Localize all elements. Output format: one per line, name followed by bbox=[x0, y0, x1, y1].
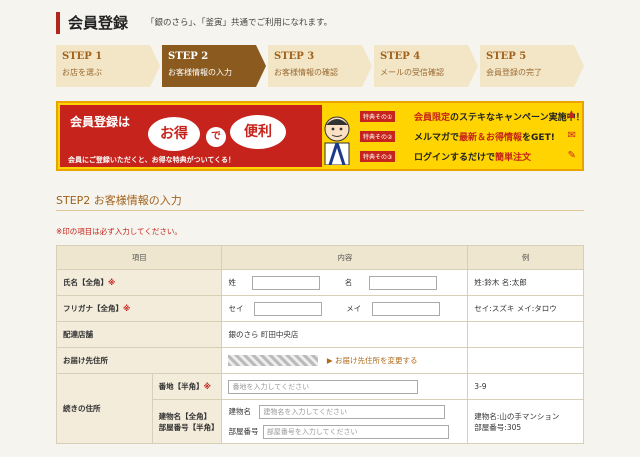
step-2: STEP 2 お客様情報の入力 bbox=[162, 45, 266, 87]
change-delivery-address-link[interactable]: ▶ お届け先住所を変更する bbox=[327, 356, 418, 365]
perk-tag: 特典その③ bbox=[360, 151, 396, 162]
step-number: STEP 1 bbox=[62, 51, 103, 62]
banner-perk-2: 特典その② メルマガで最新＆お得情報をGET! ✉ bbox=[360, 129, 578, 145]
step-number: STEP 5 bbox=[486, 51, 527, 62]
kana-label: フリガナ【全角】※ bbox=[55, 295, 223, 322]
step-number: STEP 2 bbox=[168, 51, 209, 62]
mascot-chef-icon bbox=[324, 116, 350, 165]
customer-info-form: 項目 内容 例 氏名【全角】※ 姓 名 姓:鈴木 名:太郎 フリガナ【全角】※ … bbox=[55, 245, 584, 444]
perk-text: メルマガで最新＆お得情報をGET! bbox=[414, 133, 555, 143]
delivery-content: ▶ お届け先住所を変更する bbox=[221, 347, 469, 374]
name-example: 姓:鈴木 名:太郎 bbox=[467, 269, 584, 296]
delivery-example bbox=[467, 347, 584, 374]
page-header: 会員登録 「銀のさら」、「釜寅」共通でご利用になれます。 bbox=[56, 12, 586, 36]
sei-label: 姓 bbox=[228, 277, 236, 287]
page-title: 会員登録 bbox=[68, 14, 129, 32]
banner-perk-1: 特典その① 会員限定のステキなキャンペーン実施中！ ♟ bbox=[360, 109, 585, 125]
banner-benri-bubble: 便利 bbox=[230, 115, 286, 149]
table-row-delivery: お届け先住所 ▶ お届け先住所を変更する bbox=[55, 347, 584, 374]
person-icon: ♟ bbox=[567, 110, 576, 121]
kana-inputs: セイ メイ bbox=[221, 295, 469, 322]
table-row-banchi: 続きの住所 番地【半角】※ 番地を入力してください 3-9 bbox=[56, 373, 584, 444]
banner-red-panel: 会員登録は お得 で 便利 会員にご登録いただくと、お得な特典がついてくる！ bbox=[60, 105, 322, 167]
store-example bbox=[467, 321, 584, 348]
mei-kana-label: メイ bbox=[346, 303, 362, 313]
room-number-label: 部屋番号 bbox=[228, 426, 259, 436]
title-accent-bar bbox=[56, 12, 60, 34]
masked-address bbox=[228, 355, 319, 367]
address-label: 続きの住所 bbox=[56, 373, 153, 444]
perk-tag: 特典その① bbox=[360, 111, 396, 122]
banchi-content: 番地を入力してください bbox=[221, 373, 469, 400]
banchi-example: 3-9 bbox=[467, 373, 584, 400]
step-label: お客様情報の確認 bbox=[274, 68, 338, 77]
building-name-input[interactable]: 建物名を入力してください bbox=[259, 404, 446, 419]
step-number: STEP 4 bbox=[380, 51, 421, 62]
step-1: STEP 1 お店を選ぶ bbox=[56, 45, 160, 87]
mei-label: 名 bbox=[344, 277, 353, 287]
banchi-input[interactable]: 番地を入力してください bbox=[228, 379, 419, 394]
perk-text: ログインするだけで簡単注文 bbox=[414, 153, 532, 163]
store-value: 銀のさら 町田中央店 bbox=[221, 321, 469, 348]
section-divider bbox=[56, 210, 584, 211]
step-4: STEP 4 メールの受信確認 bbox=[374, 45, 478, 87]
building-label: 建物名【全角】部屋番号【半角】 bbox=[151, 399, 223, 444]
store-label: 配達店舗 bbox=[55, 321, 223, 348]
delivery-label: お届け先住所 bbox=[55, 347, 223, 374]
pencil-icon: ✎ bbox=[567, 150, 576, 161]
section-title: STEP2 お客様情報の入力 bbox=[56, 194, 182, 207]
header-item: 項目 bbox=[55, 245, 223, 270]
first-name-input[interactable] bbox=[368, 275, 437, 290]
perk-tag: 特典その② bbox=[360, 131, 396, 142]
banner-heading: 会員登録は bbox=[70, 115, 131, 129]
banner-otoku-bubble: お得 bbox=[148, 117, 200, 151]
table-row-kana: フリガナ【全角】※ セイ メイ セイ:スズキ メイ:タロウ bbox=[55, 295, 584, 322]
step-progress: STEP 1 お店を選ぶ STEP 2 お客様情報の入力 STEP 3 お客様情… bbox=[56, 45, 586, 87]
header-example: 例 bbox=[467, 245, 584, 270]
room-number-input[interactable]: 部屋番号を入力してください bbox=[262, 424, 449, 439]
banner-footer-text: 会員にご登録いただくと、お得な特典がついてくる！ bbox=[68, 156, 236, 164]
step-5: STEP 5 会員登録の完了 bbox=[480, 45, 584, 87]
table-row-name: 氏名【全角】※ 姓 名 姓:鈴木 名:太郎 bbox=[55, 269, 584, 296]
last-name-kana-input[interactable] bbox=[253, 301, 322, 316]
table-row-store: 配達店舗 銀のさら 町田中央店 bbox=[55, 321, 584, 348]
kana-example: セイ:スズキ メイ:タロウ bbox=[467, 295, 584, 322]
building-example: 建物名:山の手マンション 部屋番号:305 bbox=[467, 399, 584, 444]
first-name-kana-input[interactable] bbox=[371, 301, 440, 316]
name-inputs: 姓 名 bbox=[221, 269, 469, 296]
name-label: 氏名【全角】※ bbox=[55, 269, 223, 296]
perk-text: 会員限定のステキなキャンペーン実施中！ bbox=[414, 113, 585, 123]
step-label: メールの受信確認 bbox=[380, 68, 444, 77]
last-name-input[interactable] bbox=[252, 275, 321, 290]
banner-perk-3: 特典その③ ログインするだけで簡単注文 ✎ bbox=[360, 149, 578, 165]
step-label: 会員登録の完了 bbox=[486, 68, 542, 77]
step-3: STEP 3 お客様情報の確認 bbox=[268, 45, 372, 87]
page-subtitle: 「銀のさら」、「釜寅」共通でご利用になれます。 bbox=[146, 18, 333, 28]
building-content: 建物名 建物名を入力してください 部屋番号 部屋番号を入力してください bbox=[221, 399, 469, 444]
building-name-label: 建物名 bbox=[228, 406, 251, 416]
banchi-label: 番地【半角】※ bbox=[151, 373, 223, 400]
step-number: STEP 3 bbox=[274, 51, 315, 62]
mail-icon: ✉ bbox=[567, 130, 576, 141]
step-label: お店を選ぶ bbox=[62, 68, 102, 77]
banner-de-bubble: で bbox=[206, 127, 226, 147]
required-note: ※印の項目は必ず入力してください。 bbox=[56, 227, 182, 236]
step-label: お客様情報の入力 bbox=[168, 68, 232, 77]
sei-kana-label: セイ bbox=[228, 303, 244, 313]
header-content: 内容 bbox=[221, 245, 469, 270]
member-benefits-banner: 会員登録は お得 で 便利 会員にご登録いただくと、お得な特典がついてくる！ 特… bbox=[56, 101, 585, 171]
